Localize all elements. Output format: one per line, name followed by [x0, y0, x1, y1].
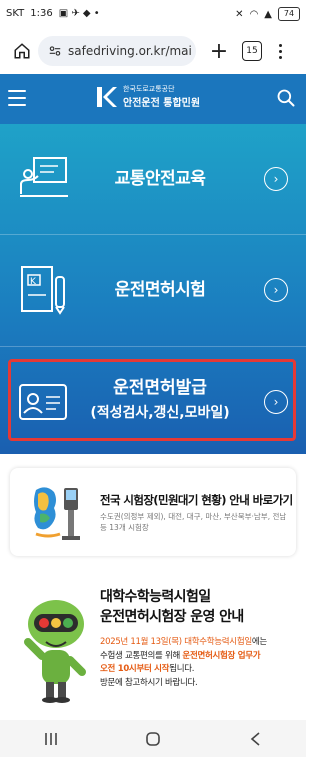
plus-icon: +	[209, 38, 229, 64]
address-bar[interactable]: safedriving.or.kr/mai	[38, 36, 196, 66]
csat-headline-2: 운전면허시험장 운영 안내	[100, 609, 244, 625]
csat-line4: 방문에 참고하시기 바랍니다.	[100, 677, 198, 688]
csat-event: 대학수학능력시험일	[184, 637, 252, 647]
exam-center-banner-description: 수도권(의정부 제외), 대전, 대구, 마산, 부산북부·남부, 전남 등 1…	[100, 512, 287, 532]
csat-line2-pre: 수험생 교통편의를 위해	[100, 650, 183, 661]
notification-icons: ▣ ✈ ◆ •	[58, 8, 100, 19]
menu-item-label: 운전면허시험	[114, 280, 206, 300]
traffic-light-mascot-icon	[24, 600, 86, 703]
csat-line2-highlight: 운전면허시험장 업무가	[182, 650, 261, 661]
home-circle-icon	[146, 731, 160, 746]
highlight-box	[8, 359, 296, 441]
main-menu: 교통안전교육 › K 운전면허시험 › 운전면허발급 (적성검사,갱신,모바일)	[0, 124, 306, 454]
home-nav-button[interactable]	[133, 724, 173, 754]
chevron-right-icon: ›	[264, 278, 288, 302]
menu-item-label: 교통안전교육	[114, 169, 206, 189]
status-bar: SKT 1:36 ▣ ✈ ◆ • ✕ ◠ ▲ 74	[0, 0, 306, 28]
csat-headline-1: 대학수학능력시험일	[100, 589, 211, 605]
back-button[interactable]	[235, 724, 275, 754]
monitor-presentation-icon	[20, 157, 68, 197]
mute-icon: ✕	[235, 8, 244, 20]
document-pen-icon: K	[21, 266, 65, 315]
home-button[interactable]	[6, 35, 38, 67]
site-header: 한국도로교통공단 안전운전 통합민원	[0, 74, 306, 124]
csat-notice-body: 2025년 11월 13일(목) 대학수학능력시험일에는 수험생 교통편의를 위…	[100, 636, 296, 690]
exam-center-banner[interactable]: 전국 시험장(민원대기 현황) 안내 바로가기 수도권(의정부 제외), 대전,…	[10, 468, 296, 556]
csat-date: 2025년 11월 13일(목)	[100, 637, 185, 647]
url-text[interactable]: safedriving.or.kr/mai	[68, 44, 192, 58]
koroad-logo-icon	[97, 86, 117, 107]
org-name-small: 한국도로교통공단	[123, 85, 175, 93]
csat-line1-rest: 에는	[251, 637, 267, 647]
chevron-right-icon: ›	[264, 167, 288, 191]
site-settings-icon[interactable]	[48, 44, 62, 58]
wifi-icon: ◠	[249, 8, 259, 20]
carrier-label: SKT	[6, 8, 25, 19]
csat-line3-rest: 됩니다.	[169, 664, 195, 675]
recent-apps-button[interactable]	[31, 724, 71, 754]
new-tab-button[interactable]: +	[206, 38, 232, 64]
menu-item-license-test[interactable]: K 운전면허시험 ›	[0, 235, 306, 345]
system-nav-bar	[0, 720, 306, 757]
korea-map-kiosk-icon	[34, 487, 80, 540]
org-name: 안전운전 통합민원	[123, 98, 201, 109]
recent-apps-icon	[45, 732, 57, 745]
csat-line3-highlight: 오전 10시부터 시작	[100, 664, 170, 675]
tab-switcher-button[interactable]: 15	[242, 41, 262, 61]
signal-icon: ▲	[264, 8, 272, 20]
exam-center-banner-title: 전국 시험장(민원대기 현황) 안내 바로가기	[100, 493, 293, 507]
back-chevron-icon	[250, 731, 260, 746]
site-logo[interactable]: 한국도로교통공단 안전운전 통합민원	[96, 84, 200, 109]
menu-item-traffic-safety-education[interactable]: 교통안전교육 ›	[0, 124, 306, 234]
battery-icon: 74	[278, 7, 300, 21]
home-icon	[14, 43, 30, 59]
csat-notice-banner[interactable]: 대학수학능력시험일 운전면허시험장 운영 안내 2025년 11월 13일(목)…	[0, 564, 306, 720]
browser-toolbar: safedriving.or.kr/mai + 15	[0, 28, 306, 75]
search-icon[interactable]	[276, 88, 296, 108]
browser-menu-button[interactable]	[270, 36, 290, 66]
hamburger-menu-icon[interactable]	[8, 90, 26, 106]
time-label: 1:36	[30, 8, 53, 19]
